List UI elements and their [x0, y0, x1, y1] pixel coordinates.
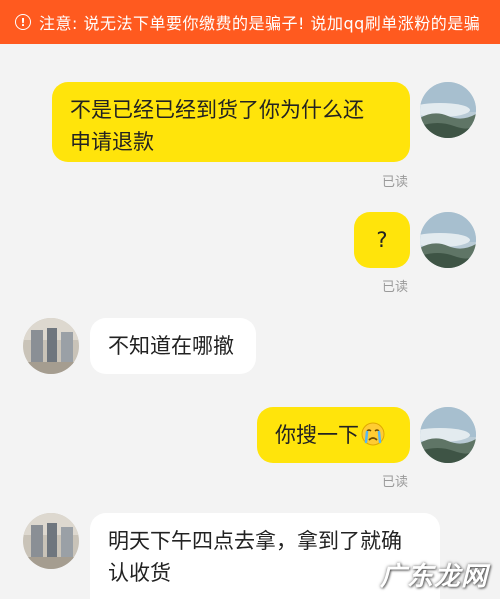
- chat-bubble-mine[interactable]: 你搜一下: [257, 407, 410, 463]
- message-text: 你搜一下: [275, 423, 359, 447]
- read-receipt: 已读: [382, 175, 409, 190]
- message-text-line: 不是已经已经到货了你为什么还: [70, 98, 364, 122]
- read-receipt: 已读: [382, 475, 409, 490]
- message-text-line: 认收货: [108, 561, 171, 585]
- message-text-line: 申请退款: [70, 130, 154, 154]
- contact-avatar[interactable]: [23, 513, 79, 569]
- crying-face-icon: [361, 422, 385, 446]
- warning-banner[interactable]: ! 注意: 说无法下单要你缴费的是骗子! 说加qq刷单涨粉的是骗: [0, 0, 500, 44]
- chat-bubble-mine[interactable]: 不是已经已经到货了你为什么还 申请退款: [52, 82, 410, 162]
- message-text-line: 明天下午四点去拿，拿到了就确: [108, 529, 402, 553]
- my-avatar[interactable]: [420, 82, 476, 138]
- my-avatar[interactable]: [420, 212, 476, 268]
- message-text: ?: [376, 228, 388, 252]
- warning-circle-icon: !: [15, 14, 31, 30]
- message-text: 不知道在哪撤: [108, 334, 234, 358]
- warning-banner-text: 注意: 说无法下单要你缴费的是骗子! 说加qq刷单涨粉的是骗: [39, 14, 481, 33]
- watermark: 广东龙网: [379, 562, 488, 592]
- chat-bubble-mine[interactable]: ?: [354, 212, 410, 268]
- contact-avatar[interactable]: [23, 318, 79, 374]
- chat-bubble-theirs[interactable]: 不知道在哪撤: [90, 318, 256, 374]
- read-receipt: 已读: [382, 280, 409, 295]
- my-avatar[interactable]: [420, 407, 476, 463]
